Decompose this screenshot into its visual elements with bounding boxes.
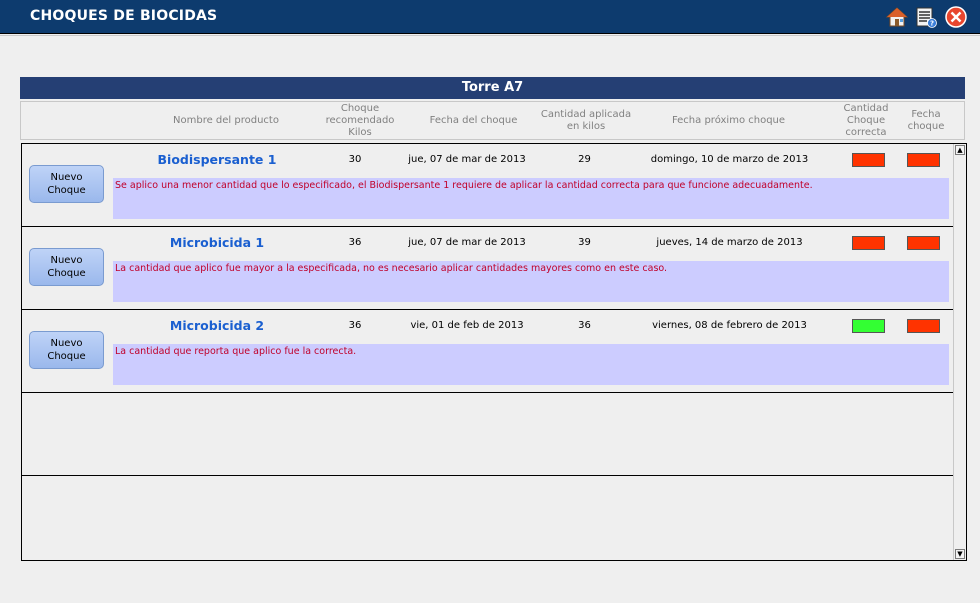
quantity-status-indicator <box>852 236 885 250</box>
col-header-fecha-choque: Fecha choque <box>907 108 945 132</box>
window-title: CHOQUES DE BIOCIDAS <box>30 8 218 24</box>
empty-row <box>22 393 953 476</box>
close-icon[interactable] <box>945 6 967 28</box>
home-icon[interactable] <box>885 6 909 28</box>
col-header-proximo: Fecha próximo choque <box>671 114 786 126</box>
list-item: Nuevo Choque Microbicida 1 36 jue, 07 de… <box>22 227 953 310</box>
svg-text:?: ? <box>930 20 934 28</box>
date-status-indicator <box>907 319 940 333</box>
col-header-cantidad: Cantidad aplicada en kilos <box>540 108 632 132</box>
recommended-kilos: 30 <box>348 154 362 165</box>
next-shock-date: viernes, 08 de febrero de 2013 <box>652 320 807 331</box>
shock-note: La cantidad que reporta que aplico fue l… <box>113 344 949 385</box>
title-bar: CHOQUES DE BIOCIDAS ? <box>0 0 980 34</box>
nuevo-choque-button[interactable]: Nuevo Choque <box>29 331 104 369</box>
product-name: Microbicida 2 <box>169 318 265 333</box>
choques-list: Nuevo Choque Biodispersante 1 30 jue, 07… <box>21 143 967 561</box>
applied-kilos: 39 <box>578 237 591 248</box>
column-headers: Nombre del producto Choque recomendado K… <box>20 101 965 140</box>
nuevo-choque-button[interactable]: Nuevo Choque <box>29 248 104 286</box>
col-header-correcta: Cantidad Choque correcta <box>843 102 889 138</box>
shock-note: La cantidad que aplico fue mayor a la es… <box>113 261 949 302</box>
quantity-status-indicator <box>852 153 885 167</box>
product-name: Microbicida 1 <box>169 235 265 250</box>
product-name: Biodispersante 1 <box>157 152 277 167</box>
divider <box>0 35 980 36</box>
col-header-producto: Nombre del producto <box>173 114 279 126</box>
scroll-up-icon[interactable]: ▲ <box>955 145 965 155</box>
report-icon[interactable]: ? <box>915 6 937 28</box>
applied-kilos: 29 <box>578 154 591 165</box>
recommended-kilos: 36 <box>348 237 362 248</box>
shock-date: vie, 01 de feb de 2013 <box>410 320 524 331</box>
nuevo-choque-button[interactable]: Nuevo Choque <box>29 165 104 203</box>
date-status-indicator <box>907 153 940 167</box>
empty-row <box>22 476 953 559</box>
list-item: Nuevo Choque Microbicida 2 36 vie, 01 de… <box>22 310 953 393</box>
shock-note: Se aplico una menor cantidad que lo espe… <box>113 178 949 219</box>
applied-kilos: 36 <box>578 320 591 331</box>
shock-date: jue, 07 de mar de 2013 <box>408 154 526 165</box>
scroll-down-icon[interactable]: ▼ <box>955 549 965 559</box>
col-header-fecha: Fecha del choque <box>429 114 518 126</box>
next-shock-date: jueves, 14 de marzo de 2013 <box>656 237 803 248</box>
vertical-scrollbar[interactable]: ▲ ▼ <box>953 144 966 560</box>
date-status-indicator <box>907 236 940 250</box>
list-item: Nuevo Choque Biodispersante 1 30 jue, 07… <box>22 144 953 227</box>
next-shock-date: domingo, 10 de marzo de 2013 <box>650 154 809 165</box>
col-header-recomendado: Choque recomendado Kilos <box>325 102 395 138</box>
quantity-status-indicator <box>852 319 885 333</box>
recommended-kilos: 36 <box>348 320 362 331</box>
tower-header: Torre A7 <box>20 77 965 99</box>
shock-date: jue, 07 de mar de 2013 <box>408 237 526 248</box>
